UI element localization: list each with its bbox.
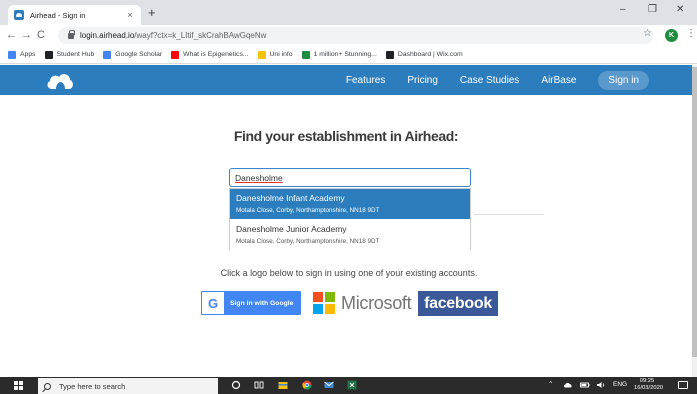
divider bbox=[474, 214, 544, 215]
bookmark-label: Apps bbox=[20, 51, 36, 58]
page-scrollbar[interactable] bbox=[692, 65, 697, 377]
back-icon[interactable]: ← bbox=[6, 28, 17, 42]
bookmark-favicon-icon bbox=[171, 50, 180, 59]
chrome-icon[interactable] bbox=[302, 380, 312, 390]
facebook-sign-in-button[interactable]: facebook bbox=[418, 291, 498, 316]
nav-features[interactable]: Features bbox=[346, 75, 385, 86]
page-title: Find your establishment in Airhead: bbox=[233, 128, 459, 144]
window-close-icon[interactable]: ✕ bbox=[676, 4, 684, 15]
bookmark-star-icon[interactable]: ☆ bbox=[643, 28, 652, 39]
google-g-icon: G bbox=[202, 292, 224, 314]
browser-tab[interactable]: Airhead - Sign in × bbox=[8, 5, 141, 25]
airhead-logo-icon[interactable] bbox=[45, 71, 75, 91]
suggestion-dropdown: Danesholme Infant Academy Motala Close, … bbox=[229, 188, 471, 250]
sign-in-instruction: Click a logo below to sign in using one … bbox=[220, 268, 478, 278]
airhead-favicon-icon bbox=[14, 10, 24, 20]
bookmark-item[interactable]: What is Epigenetics... bbox=[171, 50, 249, 59]
suggestion-address: Motala Close, Corby, Northamptonshire, N… bbox=[236, 207, 380, 214]
suggestion-item[interactable]: Danesholme Junior Academy Motala Close, … bbox=[230, 220, 470, 250]
suggestion-name: Danesholme Infant Academy bbox=[236, 193, 345, 203]
url-text: login.airhead.io/wayf?ctx=k_LItif_skCrah… bbox=[80, 31, 266, 40]
bookmark-item[interactable]: Google Scholar bbox=[103, 50, 163, 59]
minimize-icon[interactable]: – bbox=[620, 4, 626, 15]
notification-icon[interactable] bbox=[678, 381, 688, 389]
bookmark-favicon-icon bbox=[44, 50, 53, 59]
bookmark-label: Student Hub bbox=[56, 51, 95, 58]
url-path: /wayf?ctx=k_LItif_skCrahBAwGqeNw bbox=[134, 31, 267, 40]
google-button-label: Sign in with Google bbox=[230, 299, 294, 307]
bookmark-favicon-icon bbox=[301, 50, 310, 59]
lock-icon bbox=[68, 29, 75, 39]
bookmark-favicon-icon bbox=[8, 50, 16, 59]
bookmark-item[interactable]: Student Hub bbox=[44, 50, 95, 59]
bookmark-favicon-icon bbox=[385, 50, 394, 59]
establishment-search-input[interactable] bbox=[229, 168, 471, 187]
cloud-icon[interactable] bbox=[563, 380, 573, 390]
microsoft-label: Microsoft bbox=[341, 292, 412, 313]
bookmark-label: 1 million+ Stunning... bbox=[313, 51, 377, 58]
bookmark-item[interactable]: Uni info bbox=[257, 50, 293, 59]
bookmark-item[interactable]: 1 million+ Stunning... bbox=[301, 50, 377, 59]
cortana-icon[interactable] bbox=[231, 380, 241, 390]
file-explorer-icon[interactable] bbox=[278, 380, 288, 390]
bookmark-favicon-icon bbox=[103, 50, 112, 59]
clock-time: 09:25 bbox=[639, 378, 655, 384]
mail-icon[interactable] bbox=[324, 380, 334, 390]
profile-avatar[interactable]: K bbox=[665, 29, 678, 42]
bookmark-label: What is Epigenetics... bbox=[183, 51, 249, 58]
maximize-icon[interactable]: ❐ bbox=[648, 4, 657, 15]
microsoft-logo-icon bbox=[313, 292, 335, 314]
battery-icon[interactable] bbox=[580, 380, 590, 390]
suggestion-name: Danesholme Junior Academy bbox=[236, 224, 347, 234]
google-sign-in-button[interactable]: G Sign in with Google bbox=[201, 291, 301, 315]
bookmark-item[interactable]: Apps bbox=[8, 50, 36, 59]
windows-start-icon[interactable] bbox=[14, 381, 23, 390]
volume-icon[interactable] bbox=[596, 380, 606, 390]
bookmarks-bar: Apps Student Hub Google Scholar What is Epi… bbox=[0, 46, 697, 64]
search-icon bbox=[44, 382, 51, 390]
nav-case-studies[interactable]: Case Studies bbox=[460, 75, 519, 86]
nav-links: Features Pricing Case Studies AirBase Si… bbox=[346, 65, 692, 95]
taskbar-search-box[interactable]: Type here to search bbox=[38, 378, 218, 394]
taskbar-clock[interactable]: 09:25 16/03/2020 bbox=[634, 378, 664, 392]
forward-icon[interactable]: → bbox=[21, 28, 32, 42]
taskbar-search-placeholder: Type here to search bbox=[59, 381, 126, 391]
bookmark-label: Uni info bbox=[269, 51, 293, 58]
url-input[interactable]: login.airhead.io/wayf?ctx=k_LItif_skCrah… bbox=[58, 27, 653, 44]
nav-airbase[interactable]: AirBase bbox=[541, 75, 576, 86]
task-view-icon[interactable] bbox=[254, 380, 264, 390]
bookmark-label: Dashboard | Wix.com bbox=[397, 51, 463, 58]
facebook-label: facebook bbox=[424, 294, 492, 312]
site-navbar: Features Pricing Case Studies AirBase Si… bbox=[0, 65, 692, 95]
clock-date: 16/03/2020 bbox=[634, 385, 664, 391]
bookmark-item[interactable]: Dashboard | Wix.com bbox=[385, 50, 463, 59]
tab-close-icon[interactable]: × bbox=[125, 10, 135, 20]
tab-strip: Airhead - Sign in × + – ❐ ✕ bbox=[0, 0, 697, 25]
browser-menu-icon[interactable]: ⋮ bbox=[686, 28, 696, 39]
suggestion-address: Motala Close, Corby, Northamptonshire, N… bbox=[236, 238, 380, 245]
tab-title: Airhead - Sign in bbox=[30, 10, 86, 20]
reload-icon[interactable]: C bbox=[37, 28, 45, 42]
excel-icon[interactable] bbox=[347, 380, 357, 390]
windows-taskbar: Type here to search ⌃ ENG 09:25 16/03/20… bbox=[0, 377, 697, 394]
suggestion-item[interactable]: Danesholme Infant Academy Motala Close, … bbox=[230, 189, 470, 219]
language-indicator[interactable]: ENG bbox=[613, 381, 627, 388]
nav-sign-in-button[interactable]: Sign in bbox=[598, 70, 649, 90]
new-tab-button[interactable]: + bbox=[148, 5, 156, 21]
address-bar-row: ← → C login.airhead.io/wayf?ctx=k_LItif_… bbox=[0, 25, 697, 46]
tray-chevron-icon[interactable]: ⌃ bbox=[548, 380, 553, 388]
bookmark-label: Google Scholar bbox=[115, 51, 163, 58]
bookmark-favicon-icon bbox=[257, 50, 266, 59]
nav-pricing[interactable]: Pricing bbox=[407, 75, 438, 86]
microsoft-sign-in-button[interactable]: Microsoft bbox=[313, 290, 412, 316]
scrollbar-thumb[interactable] bbox=[692, 67, 697, 357]
url-host: login.airhead.io bbox=[80, 31, 135, 40]
